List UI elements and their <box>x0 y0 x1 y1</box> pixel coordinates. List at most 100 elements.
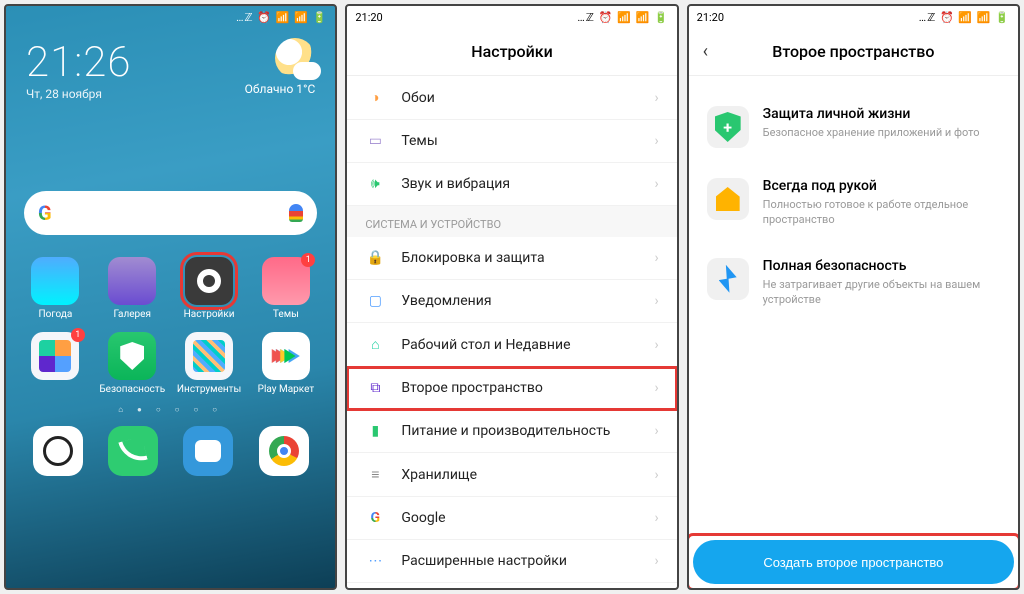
clock-widget[interactable]: 21:26 Чт, 28 ноября Облачно 1°C <box>6 28 335 101</box>
app-tools-folder[interactable]: 1 <box>20 332 91 395</box>
second-space-screen: 21:20 …ℤ ⏰ 📶 📶 🔋 ‹ Второе пространство З… <box>687 4 1020 590</box>
chevron-right-icon: › <box>654 176 658 192</box>
row-wallpaper[interactable]: ◑Обои› <box>347 76 676 120</box>
settings-screen: 21:20 …ℤ ⏰ 📶 📶 🔋 Настройки ◑ Обои › ▭Темы›… <box>345 4 678 590</box>
security-app-icon <box>108 332 156 380</box>
row-home[interactable]: ⌂Рабочий стол и Недавние› <box>347 323 676 367</box>
row-themes[interactable]: ▭Темы› <box>347 120 676 163</box>
row-label: Расширенные настройки <box>401 553 567 569</box>
app-themes[interactable]: Темы1 <box>250 257 321 320</box>
row-sound[interactable]: 🕪 Звук и вибрация › <box>347 163 676 206</box>
app-gallery[interactable]: Галерея <box>97 257 168 320</box>
row-label: Хранилище <box>401 467 477 483</box>
dock-phone[interactable] <box>108 426 158 476</box>
row-label: Звук и вибрация <box>401 176 510 192</box>
status-icons: …ℤ ⏰ 📶 📶 🔋 <box>577 11 668 24</box>
app-label: Темы <box>273 309 299 320</box>
advanced-icon: ⋯ <box>365 553 385 569</box>
feature-title: Полная безопасность <box>763 258 1000 274</box>
section-system: СИСТЕМА И УСТРОЙСТВО <box>347 206 676 237</box>
app-play-market[interactable]: Play Маркет <box>250 332 321 395</box>
shield-icon <box>120 342 144 370</box>
status-time: 21:20 <box>355 11 382 24</box>
status-icons: …ℤ ⏰ 📶 📶 🔋 <box>919 11 1010 24</box>
weather-widget[interactable]: Облачно 1°C <box>245 38 316 101</box>
google-logo-icon: G <box>38 201 52 225</box>
row-lock[interactable]: 🔒 Блокировка и защита › <box>347 237 676 280</box>
row-label: Блокировка и защита <box>401 250 544 266</box>
row-label: Уведомления <box>401 293 491 309</box>
storage-icon: ≡ <box>365 466 385 483</box>
google-search-bar[interactable]: G <box>24 191 317 235</box>
app-grid: Погода Галерея Настройки Темы1 1 Безопас… <box>6 235 335 395</box>
gallery-app-icon <box>108 257 156 305</box>
row-google[interactable]: GGoogle› <box>347 497 676 540</box>
row-second-space[interactable]: ⧉Второе пространство› <box>347 367 676 410</box>
chevron-right-icon: › <box>654 293 658 309</box>
row-notifications[interactable]: ▢ Уведомления › <box>347 280 676 323</box>
chevron-right-icon: › <box>654 467 658 483</box>
clock-date: Чт, 28 ноября <box>26 87 131 101</box>
create-second-space-button[interactable]: Создать второе пространство <box>693 540 1014 584</box>
sound-icon: 🕪 <box>365 176 385 192</box>
app-label: Инструменты <box>177 384 241 395</box>
badge: 1 <box>301 253 315 267</box>
gear-icon <box>197 269 221 293</box>
chevron-right-icon: › <box>654 133 658 149</box>
app-label: Настройки <box>184 309 235 320</box>
app-settings[interactable]: Настройки <box>174 257 245 320</box>
app-instruments[interactable]: Инструменты <box>174 332 245 395</box>
themes-icon: ▭ <box>365 133 385 149</box>
status-bar: …ℤ ⏰ 📶 📶 🔋 <box>6 6 335 28</box>
message-icon <box>195 440 221 462</box>
back-button[interactable]: ‹ <box>703 41 708 62</box>
feature-privacy: Защита личной жизниБезопасное хранение п… <box>707 106 1000 148</box>
app-label: Погода <box>39 309 73 320</box>
page-indicator[interactable]: ⌂ ● ○ ○ ○ ○ <box>6 395 335 420</box>
row-storage[interactable]: ≡ Хранилище › <box>347 453 676 497</box>
play-store-icon <box>262 332 310 380</box>
app-security[interactable]: Безопасность <box>97 332 168 395</box>
house-icon <box>707 178 749 220</box>
battery-icon: ▮ <box>365 423 385 439</box>
weather-label: Облачно <box>245 82 294 96</box>
status-bar: 21:20 …ℤ ⏰ 📶 📶 🔋 <box>347 6 676 28</box>
chevron-right-icon: › <box>654 553 658 569</box>
row-label: Рабочий стол и Недавние <box>401 337 570 353</box>
status-bar: 21:20 …ℤ ⏰ 📶 📶 🔋 <box>689 6 1018 28</box>
feature-title: Всегда под рукой <box>763 178 1000 194</box>
feature-desc: Полностью готовое к работе отдельное про… <box>763 198 1000 228</box>
app-weather[interactable]: Погода <box>20 257 91 320</box>
page-title: Второе пространство <box>772 42 934 61</box>
feature-safety: Полная безопасность Не затрагивает другие… <box>707 258 1000 308</box>
chevron-right-icon: › <box>654 250 658 266</box>
settings-app-icon <box>185 257 233 305</box>
dock-messages[interactable] <box>183 426 233 476</box>
chevron-right-icon: › <box>654 510 658 526</box>
row-label: Питание и производительность <box>401 423 610 439</box>
app-label: Галерея <box>114 309 151 320</box>
lightning-icon <box>707 258 749 300</box>
feature-handy: Всегда под рукой Полностью готовое к рабо… <box>707 178 1000 228</box>
clock-time: 21:26 <box>26 38 131 87</box>
feature-desc: Не затрагивает другие объекты на вашем у… <box>763 278 1000 308</box>
row-advanced[interactable]: ⋯ Расширенные настройки › <box>347 540 676 583</box>
feature-list: Защита личной жизниБезопасное хранение п… <box>689 76 1018 536</box>
settings-list[interactable]: ◑ Обои › ▭Темы› 🕪 Звук и вибрация › СИСТЕМА … <box>347 76 676 588</box>
google-icon: G <box>365 510 385 526</box>
wallpaper-icon: ◑ <box>365 89 385 106</box>
row-power[interactable]: ▮Питание и производительность› <box>347 410 676 453</box>
row-label: Обои <box>401 90 434 106</box>
dock-browser[interactable] <box>259 426 309 476</box>
header: Настройки <box>347 28 676 76</box>
mic-icon[interactable] <box>289 204 303 222</box>
lock-icon: 🔒 <box>365 250 385 266</box>
dock <box>6 420 335 488</box>
dock-camera[interactable] <box>33 426 83 476</box>
feature-title: Защита личной жизни <box>763 106 980 122</box>
page-title: Настройки <box>471 42 552 61</box>
app-label: Play Маркет <box>258 384 315 395</box>
home-icon: ⌂ <box>365 336 385 353</box>
notifications-icon: ▢ <box>365 293 385 309</box>
badge: 1 <box>71 328 85 342</box>
